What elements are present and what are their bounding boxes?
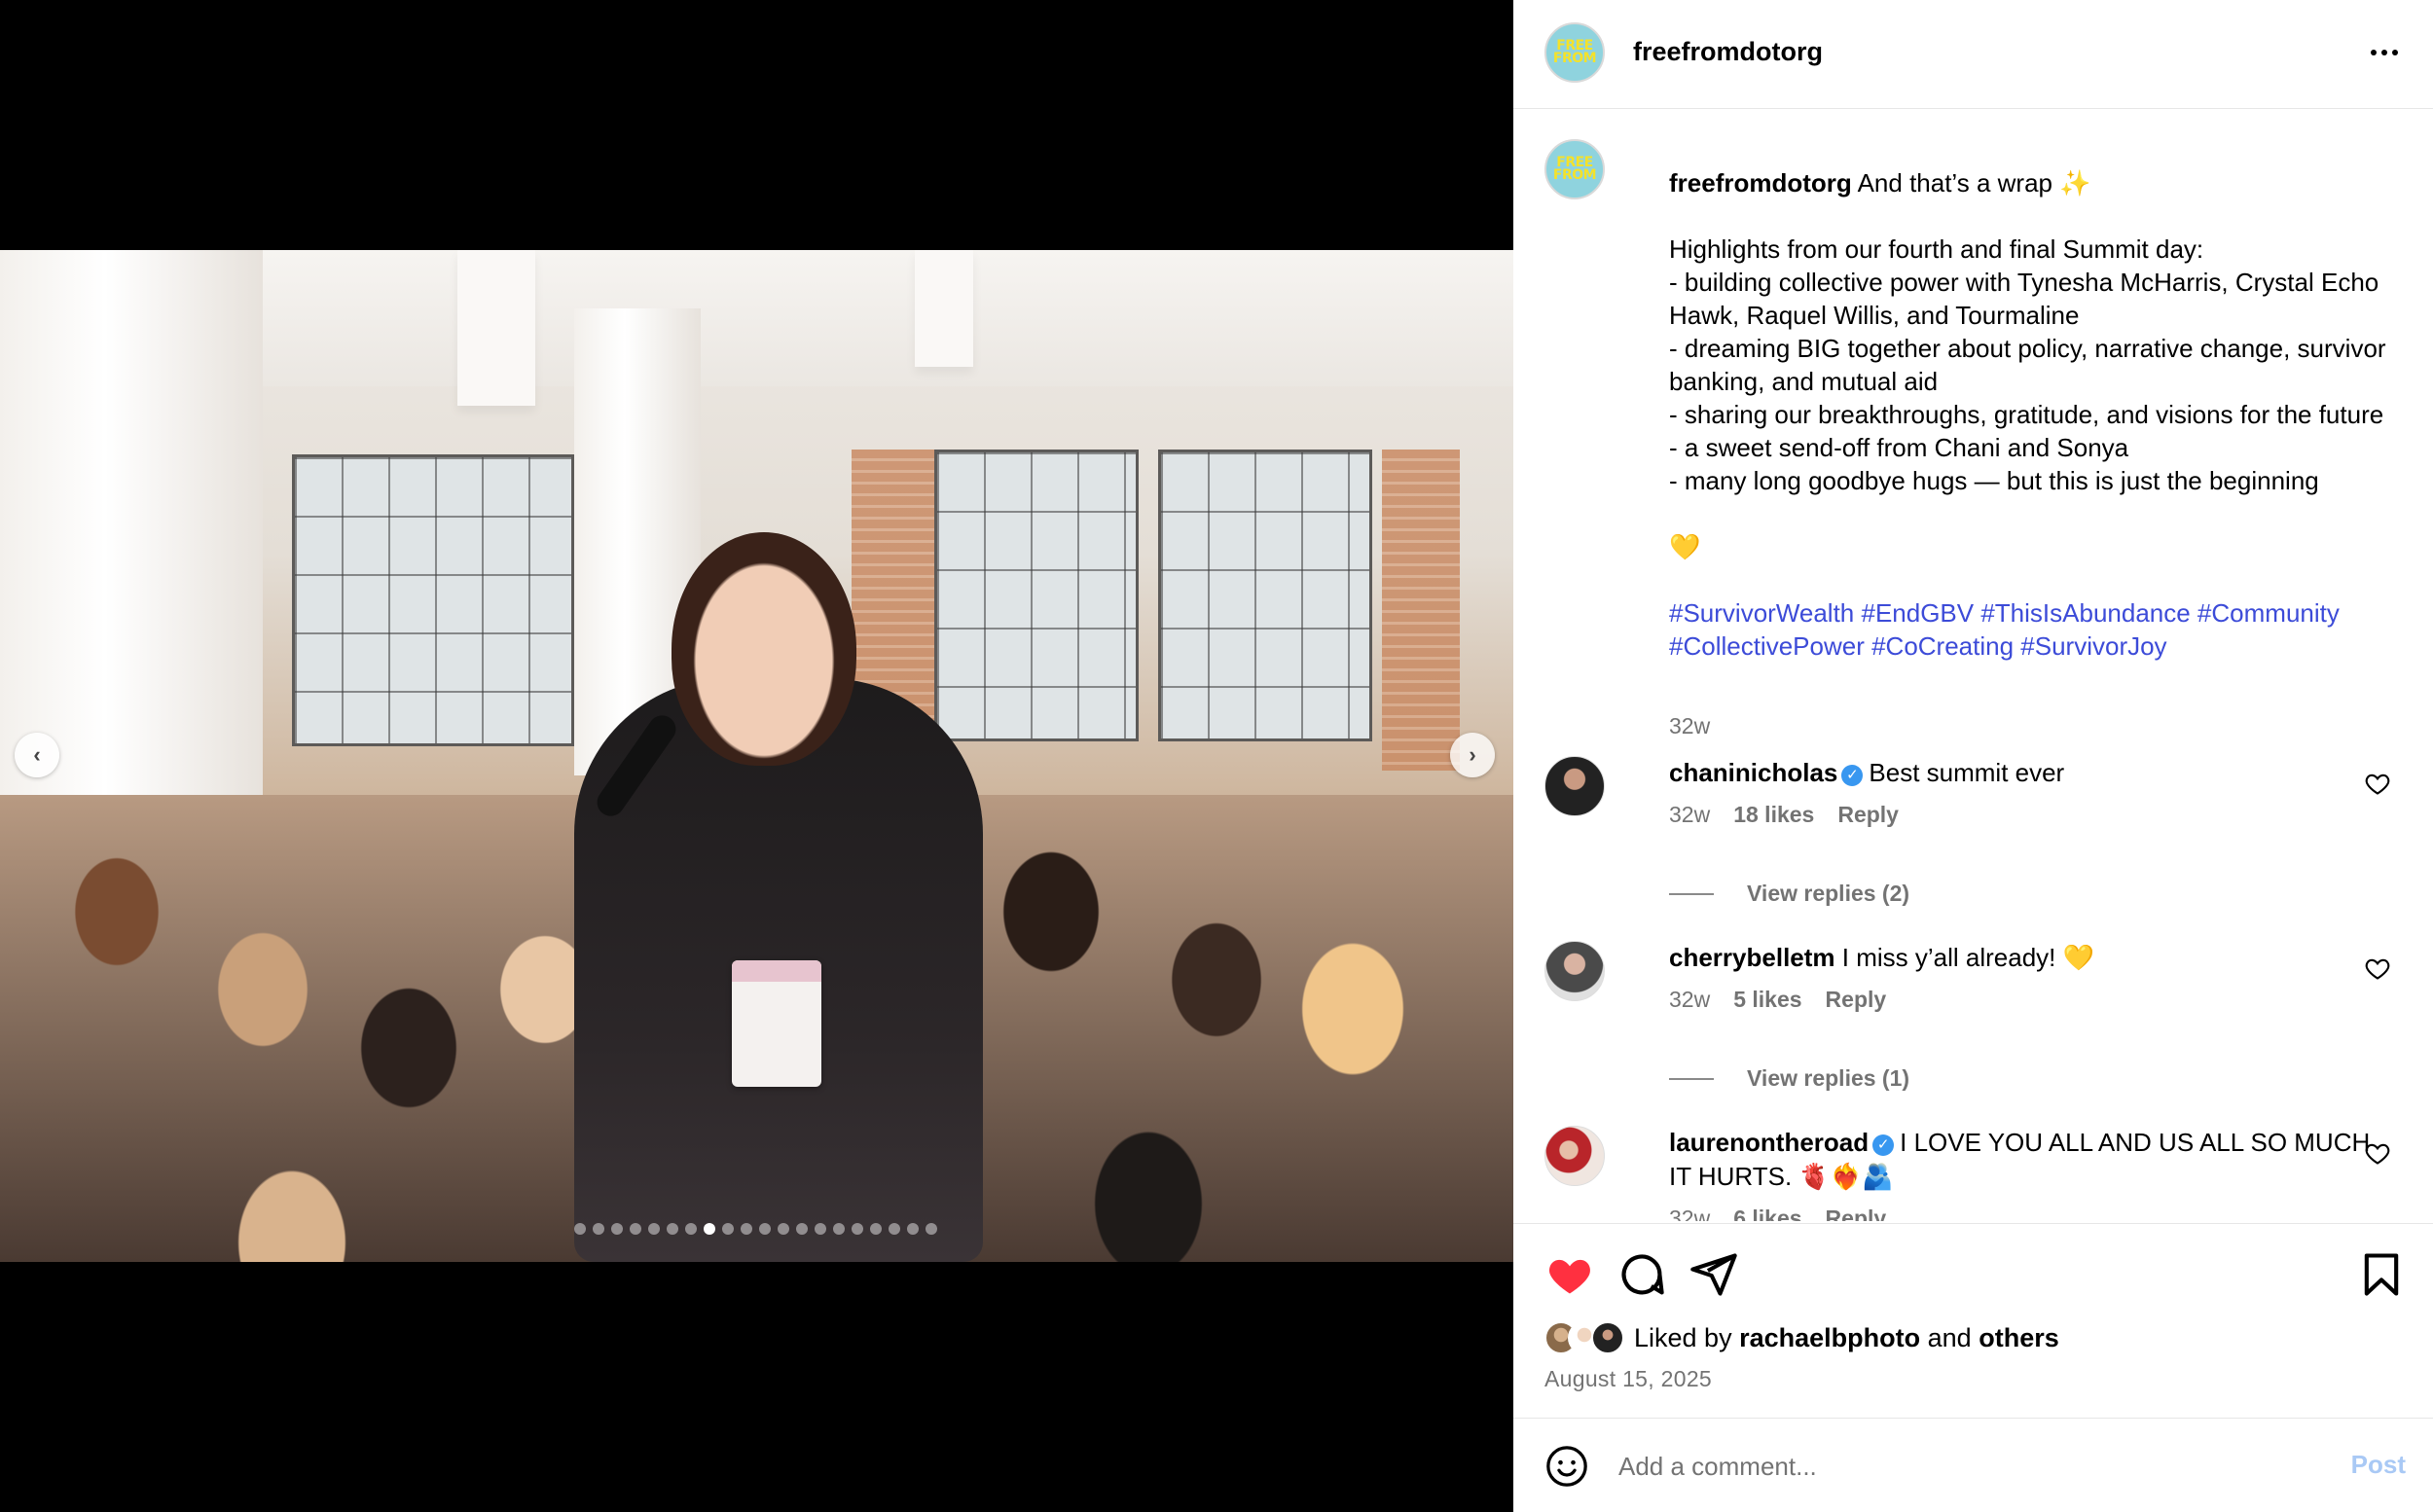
- comments-section[interactable]: FREE FROM freefromdotorg And that’s a wr…: [1513, 110, 2433, 1221]
- carousel-dot[interactable]: [741, 1223, 752, 1235]
- carousel-dot[interactable]: [722, 1223, 734, 1235]
- comment-timestamp: 32w: [1669, 802, 1711, 827]
- carousel-dot[interactable]: [574, 1223, 586, 1235]
- avatar[interactable]: FREE FROM: [1544, 22, 1605, 83]
- comment-username[interactable]: laurenontheroad: [1669, 1128, 1869, 1157]
- reply-button[interactable]: Reply: [1837, 798, 1899, 832]
- chevron-right-icon[interactable]: ›: [1450, 733, 1495, 777]
- logo-text: FREE FROM: [1552, 155, 1597, 183]
- view-replies-button[interactable]: View replies (2): [1669, 881, 1909, 907]
- view-replies-label: View replies (1): [1747, 1065, 1910, 1091]
- avatar[interactable]: [1544, 941, 1605, 1001]
- media-viewer: ‹ ›: [0, 0, 1513, 1512]
- avatar: [1591, 1321, 1624, 1354]
- view-replies-button[interactable]: View replies (1): [1669, 1065, 1909, 1092]
- emoji-icon[interactable]: [1544, 1444, 1589, 1489]
- likes-prefix: Liked by: [1634, 1322, 1732, 1352]
- caption-username[interactable]: freefromdotorg: [1669, 168, 1852, 198]
- carousel-dot[interactable]: [759, 1223, 771, 1235]
- post-photo: [0, 250, 1513, 1262]
- carousel-dot[interactable]: [907, 1223, 919, 1235]
- caption-body: And that’s a wrap ✨ Highlights from our …: [1669, 168, 2386, 561]
- carousel-dot[interactable]: [630, 1223, 641, 1235]
- carousel-indicator: [574, 1223, 937, 1235]
- comment-timestamp: 32w: [1669, 1206, 1711, 1221]
- comment-item: laurenontheroad ✓ I LOVE YOU ALL AND US AL…: [1544, 1126, 2401, 1221]
- heart-filled-icon[interactable]: [1544, 1249, 1595, 1300]
- verified-badge-icon: ✓: [1841, 765, 1864, 786]
- post-side-panel: FREE FROM freefromdotorg FREE FROM freef…: [1513, 0, 2433, 1512]
- likes-summary: Liked by rachaelbphoto and others: [1544, 1321, 2059, 1354]
- view-replies-label: View replies (2): [1747, 881, 1910, 906]
- hashtags[interactable]: #SurvivorWealth #EndGBV #ThisIsAbundance…: [1669, 598, 2346, 661]
- heart-outline-icon[interactable]: [2364, 1139, 2391, 1167]
- reply-button[interactable]: Reply: [1826, 983, 1887, 1017]
- action-bar: Liked by rachaelbphoto and others August…: [1513, 1223, 2433, 1418]
- comment-item: chaninicholas ✓ Best summit ever 32w 18 li…: [1544, 756, 2401, 951]
- more-icon[interactable]: [2365, 33, 2404, 72]
- carousel-dot[interactable]: [889, 1223, 900, 1235]
- comment-input[interactable]: [1618, 1444, 2290, 1489]
- verified-badge-icon: ✓: [1872, 1134, 1895, 1156]
- post-header: FREE FROM freefromdotorg: [1513, 0, 2433, 109]
- chevron-left-icon[interactable]: ‹: [15, 733, 59, 777]
- carousel-dot[interactable]: [852, 1223, 863, 1235]
- carousel-dot[interactable]: [667, 1223, 678, 1235]
- carousel-dot[interactable]: [815, 1223, 826, 1235]
- logo-text: FREE FROM: [1552, 38, 1597, 66]
- share-icon[interactable]: [1689, 1249, 1739, 1300]
- carousel-dot[interactable]: [611, 1223, 623, 1235]
- carousel-dot[interactable]: [778, 1223, 789, 1235]
- header-username[interactable]: freefromdotorg: [1633, 37, 1823, 67]
- reply-button[interactable]: Reply: [1826, 1202, 1887, 1221]
- post-button[interactable]: Post: [2351, 1450, 2406, 1480]
- caption-timestamp: 32w: [1669, 713, 1711, 738]
- comment-likes[interactable]: 5 likes: [1733, 983, 1801, 1017]
- bookmark-icon[interactable]: [2356, 1249, 2407, 1300]
- carousel-dot[interactable]: [685, 1223, 697, 1235]
- liker-username[interactable]: rachaelbphoto: [1739, 1323, 1920, 1352]
- comment-text: Best summit ever: [1869, 758, 2065, 787]
- comment-likes[interactable]: 18 likes: [1733, 798, 1814, 832]
- post-date: August 15, 2025: [1544, 1366, 1713, 1391]
- heart-outline-icon[interactable]: [2364, 770, 2391, 797]
- carousel-dot[interactable]: [704, 1223, 715, 1235]
- comment-text: I miss y’all already! 💛: [1841, 943, 2094, 972]
- caption-text: freefromdotorg And that’s a wrap ✨ Highl…: [1669, 166, 2409, 663]
- caption-avatar[interactable]: FREE FROM: [1544, 139, 1605, 199]
- heart-outline-icon[interactable]: [2364, 954, 2391, 982]
- comment-icon[interactable]: [1616, 1249, 1667, 1300]
- likes-joiner: and: [1927, 1322, 1972, 1352]
- add-comment-bar: Post: [1513, 1418, 2433, 1512]
- carousel-dot[interactable]: [593, 1223, 604, 1235]
- comment-username[interactable]: cherrybelletm: [1669, 943, 1835, 972]
- likes-text: Liked by rachaelbphoto and others: [1634, 1323, 2059, 1353]
- comment-likes[interactable]: 6 likes: [1733, 1202, 1801, 1221]
- comment-timestamp: 32w: [1669, 987, 1711, 1012]
- carousel-dot[interactable]: [926, 1223, 937, 1235]
- avatar[interactable]: [1544, 756, 1605, 816]
- avatar[interactable]: [1544, 1126, 1605, 1186]
- comment-item: cherrybelletm I miss y’all already! 💛 32…: [1544, 941, 2401, 1135]
- carousel-dot[interactable]: [648, 1223, 660, 1235]
- carousel-dot[interactable]: [796, 1223, 808, 1235]
- carousel-dot[interactable]: [870, 1223, 882, 1235]
- comment-username[interactable]: chaninicholas: [1669, 758, 1837, 787]
- likes-others-link[interactable]: others: [1979, 1323, 2059, 1352]
- carousel-dot[interactable]: [833, 1223, 845, 1235]
